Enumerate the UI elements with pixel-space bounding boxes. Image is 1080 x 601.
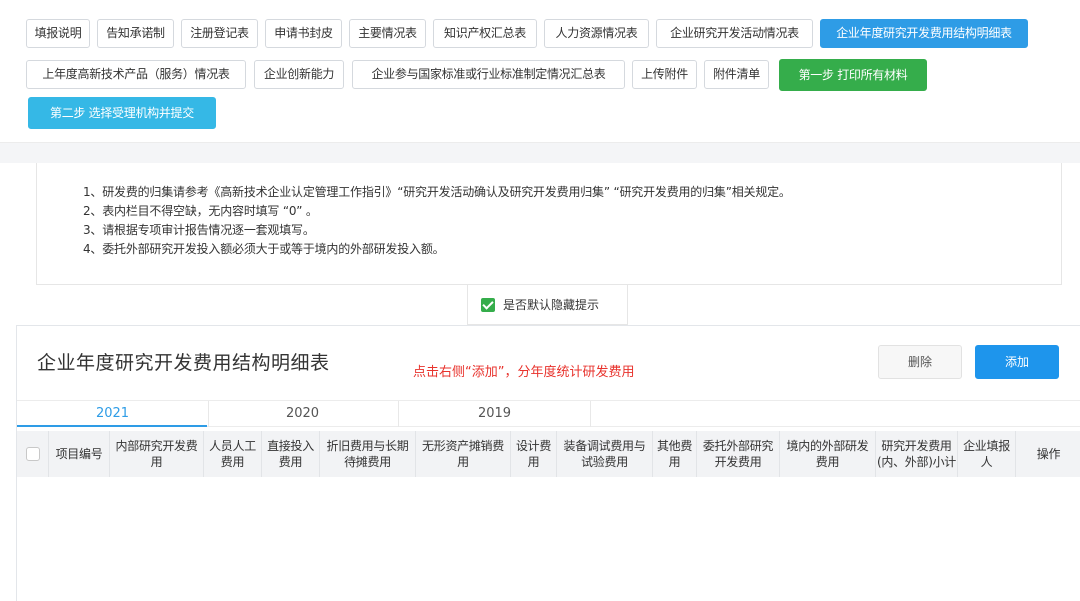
- tab-rd-activities[interactable]: 企业研究开发活动情况表: [656, 19, 813, 48]
- tab-main-info[interactable]: 主要情况表: [349, 19, 426, 48]
- col-actions: 操作: [1016, 431, 1080, 477]
- page-title: 企业年度研究开发费用结构明细表: [37, 352, 330, 374]
- tab-fill-instructions[interactable]: 填报说明: [26, 19, 90, 48]
- instruction-item: 4、委托外部研究开发投入额必须大于或等于境内的外部研发投入额。: [83, 242, 445, 256]
- col-labor: 人员人工费用: [204, 431, 262, 477]
- active-year-indicator: [17, 425, 207, 427]
- col-internal-rd-label: 内部研究开发费用: [115, 439, 198, 469]
- tab-ip-summary[interactable]: 知识产权汇总表: [433, 19, 537, 48]
- tab-commitment[interactable]: 告知承诺制: [97, 19, 174, 48]
- col-other: 其他费用: [653, 431, 697, 477]
- col-domestic-external: 境内的外部研发费用: [780, 431, 876, 477]
- col-labor-label: 人员人工费用: [209, 439, 256, 469]
- col-project-no-label: 项目编号: [55, 447, 103, 461]
- instruction-item: 2、表内栏目不得空缺，无内容时填写 “0” 。: [83, 204, 318, 218]
- section-divider: [0, 143, 1080, 163]
- select-all-checkbox[interactable]: [25, 447, 40, 461]
- instructions-list: 1、研发费的归集请参考《高新技术企业认定管理工作指引》“研究开发活动确认及研究开…: [83, 183, 791, 259]
- col-direct-input: 直接投入费用: [262, 431, 320, 477]
- add-hint-text: 点击右侧“添加”，分年度统计研发费用: [413, 365, 635, 380]
- tab-innovation-capability[interactable]: 企业创新能力: [254, 60, 344, 89]
- year-tabs: 2021 2020 2019: [17, 400, 1080, 427]
- col-design-label: 设计费用: [515, 439, 552, 469]
- checkbox-checked-icon[interactable]: [481, 298, 495, 312]
- year-tab-2020[interactable]: 2020: [207, 401, 399, 427]
- col-domestic-external-label: 境内的外部研发费用: [786, 439, 869, 469]
- tab-hightech-products[interactable]: 上年度高新技术产品（服务）情况表: [26, 60, 246, 89]
- instructions-box: 1、研发费的归集请参考《高新技术企业认定管理工作指引》“研究开发活动确认及研究开…: [36, 163, 1062, 285]
- col-external-rd: 委托外部研究开发费用: [697, 431, 780, 477]
- col-project-no: 项目编号: [49, 431, 110, 477]
- year-tab-2019[interactable]: 2019: [399, 401, 591, 427]
- col-filler: 企业填报人: [958, 431, 1016, 477]
- tab-rd-expense-detail[interactable]: 企业年度研究开发费用结构明细表: [820, 19, 1028, 48]
- hide-tips-toggle[interactable]: 是否默认隐藏提示: [467, 285, 628, 325]
- tab-registration-form[interactable]: 注册登记表: [181, 19, 258, 48]
- col-internal-rd: 内部研究开发费用: [110, 431, 204, 477]
- tab-application-cover[interactable]: 申请书封皮: [265, 19, 342, 48]
- col-amortization-label: 无形资产摊销费用: [422, 439, 504, 469]
- col-equipment-test: 装备调试费用与试验费用: [557, 431, 653, 477]
- instruction-item: 1、研发费的归集请参考《高新技术企业认定管理工作指引》“研究开发活动确认及研究开…: [83, 185, 791, 199]
- col-depreciation-label: 折旧费用与长期待摊费用: [326, 439, 409, 469]
- col-direct-input-label: 直接投入费用: [267, 439, 314, 469]
- table-header: 项目编号 内部研究开发费用 人员人工费用 直接投入费用 折旧费用与长期待摊费用 …: [17, 431, 1080, 477]
- col-design: 设计费用: [511, 431, 557, 477]
- col-amortization: 无形资产摊销费用: [416, 431, 511, 477]
- tab-standards-participation[interactable]: 企业参与国家标准或行业标准制定情况汇总表: [352, 60, 625, 89]
- year-tab-2021[interactable]: 2021: [17, 401, 209, 427]
- hide-tips-label: 是否默认隐藏提示: [503, 298, 600, 312]
- col-rd-subtotal: 研究开发费用(内、外部)小计: [876, 431, 958, 477]
- select-all-cell: [17, 431, 49, 477]
- col-equipment-test-label: 装备调试费用与试验费用: [563, 439, 646, 469]
- add-button[interactable]: 添加: [975, 345, 1059, 379]
- col-other-label: 其他费用: [656, 439, 693, 469]
- col-actions-label: 操作: [1036, 447, 1061, 461]
- col-depreciation: 折旧费用与长期待摊费用: [320, 431, 416, 477]
- step2-submit-button[interactable]: 第二步 选择受理机构并提交: [28, 97, 216, 129]
- top-navigation: 填报说明 告知承诺制 注册登记表 申请书封皮 主要情况表 知识产权汇总表 人力资…: [0, 0, 1080, 143]
- col-external-rd-label: 委托外部研究开发费用: [702, 439, 774, 469]
- rd-expense-panel: 企业年度研究开发费用结构明细表 点击右侧“添加”，分年度统计研发费用 删除 添加…: [16, 325, 1080, 601]
- instruction-item: 3、请根据专项审计报告情况逐一套观填写。: [83, 223, 315, 237]
- col-filler-label: 企业填报人: [963, 439, 1010, 469]
- tab-hr-info[interactable]: 人力资源情况表: [544, 19, 649, 48]
- tab-attachment-list[interactable]: 附件清单: [704, 60, 769, 89]
- tab-upload-attachments[interactable]: 上传附件: [632, 60, 697, 89]
- step1-print-button[interactable]: 第一步 打印所有材料: [779, 59, 927, 91]
- delete-button[interactable]: 删除: [878, 345, 962, 379]
- col-rd-subtotal-label: 研究开发费用(内、外部)小计: [877, 439, 956, 469]
